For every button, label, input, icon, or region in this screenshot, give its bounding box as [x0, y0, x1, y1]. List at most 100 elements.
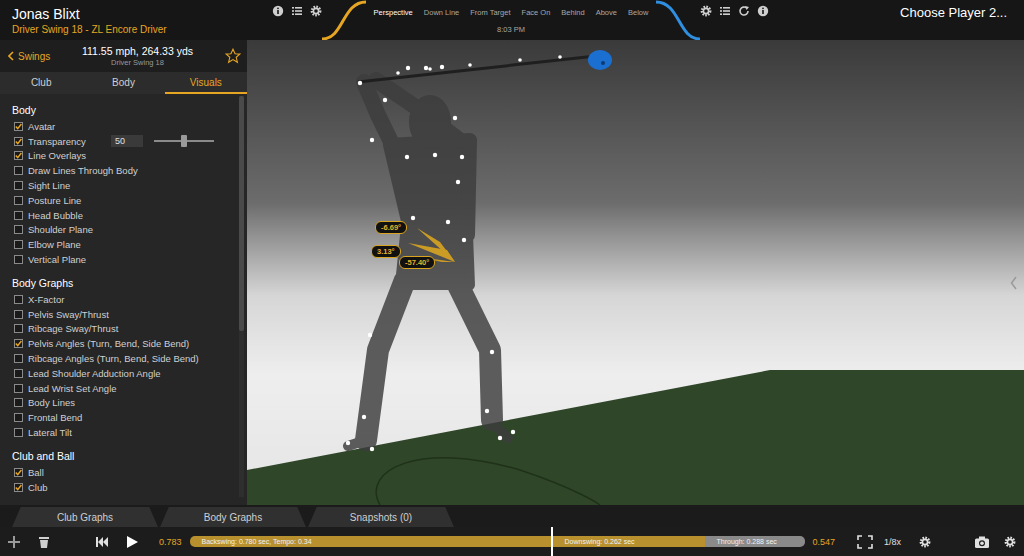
- view-tab[interactable]: Below: [628, 8, 648, 17]
- scroll-thumb[interactable]: [239, 96, 244, 331]
- view-tab[interactable]: Face On: [522, 8, 551, 17]
- option-row: Elbow Plane: [0, 237, 239, 252]
- swings-back-button[interactable]: Swings: [8, 51, 64, 62]
- section-title: Body Graphs: [0, 276, 239, 292]
- checkbox[interactable]: [14, 211, 23, 220]
- checkbox[interactable]: [14, 295, 23, 304]
- slider-thumb[interactable]: [181, 135, 187, 147]
- view-tab[interactable]: Behind: [561, 8, 584, 17]
- trash-icon[interactable]: [37, 535, 51, 549]
- panel-tabs: ClubBodyVisuals: [0, 72, 247, 94]
- star-icon[interactable]: [225, 48, 241, 64]
- body-marker: [346, 441, 350, 445]
- workspace: Swings111.55 mph, 264.33 ydsDriver Swing…: [0, 40, 1024, 505]
- fullscreen-icon[interactable]: [857, 535, 873, 549]
- body-marker: [456, 180, 460, 184]
- body-marker: [440, 65, 444, 69]
- section: BodyAvatarTransparency50Line OverlaysDra…: [0, 94, 239, 267]
- info-icon[interactable]: [272, 5, 284, 17]
- graph-tab[interactable]: Club Graphs: [12, 507, 158, 527]
- view-tab[interactable]: From Target: [470, 8, 510, 17]
- transparency-slider[interactable]: [154, 140, 214, 142]
- option-label: Ball: [28, 467, 44, 478]
- swing-title: Driver Swing 18 - ZL Encore Driver: [12, 23, 272, 36]
- graph-tabs: Club GraphsBody GraphsSnapshots (0): [0, 505, 1024, 527]
- club-head: [588, 50, 612, 70]
- transparency-value[interactable]: 50: [111, 135, 143, 147]
- scrollbar[interactable]: [239, 96, 244, 497]
- choose-player-two-button[interactable]: Choose Player 2...: [900, 5, 1024, 20]
- gear-icon[interactable]: [919, 536, 931, 548]
- playhead[interactable]: [551, 527, 553, 556]
- checkbox[interactable]: [14, 255, 23, 264]
- checkbox[interactable]: [14, 137, 23, 146]
- checkbox[interactable]: [14, 122, 23, 131]
- checkbox[interactable]: [14, 369, 23, 378]
- panel-tab[interactable]: Visuals: [165, 72, 247, 94]
- view-tab[interactable]: Above: [596, 8, 617, 17]
- body-marker: [485, 409, 489, 413]
- option-row: Posture Line: [0, 193, 239, 208]
- checkbox[interactable]: [14, 384, 23, 393]
- view-selector: Perspective Down Line From Target Face On Be…: [366, 6, 656, 34]
- graph-tab[interactable]: Body Graphs: [160, 507, 306, 527]
- club-marker: [468, 63, 472, 67]
- checkbox[interactable]: [14, 354, 23, 363]
- checkbox[interactable]: [14, 151, 23, 160]
- body-marker: [462, 238, 466, 242]
- gear-icon[interactable]: [700, 5, 712, 17]
- body-marker: [460, 155, 464, 159]
- club-marker: [518, 58, 522, 62]
- gear-icon[interactable]: [310, 5, 322, 17]
- graph-tab[interactable]: Snapshots (0): [308, 507, 454, 527]
- checkbox[interactable]: [14, 398, 23, 407]
- option-label: Body Lines: [28, 397, 75, 408]
- checkbox[interactable]: [14, 339, 23, 348]
- option-row: Transparency 50: [0, 134, 239, 149]
- right-tools: [700, 5, 769, 17]
- list-icon[interactable]: [719, 5, 731, 17]
- info-icon[interactable]: [757, 5, 769, 17]
- checkbox[interactable]: [14, 225, 23, 234]
- chevron-left-icon[interactable]: [1010, 276, 1018, 290]
- player-name: Jonas Blixt: [12, 5, 272, 23]
- list-icon[interactable]: [291, 5, 303, 17]
- rewind-icon[interactable]: [95, 535, 109, 549]
- checkbox[interactable]: [14, 413, 23, 422]
- checkbox[interactable]: [14, 428, 23, 437]
- checkbox[interactable]: [14, 483, 23, 492]
- option-row: Lead Shoulder Adduction Angle: [0, 366, 239, 381]
- body-marker: [370, 447, 374, 451]
- timeline[interactable]: Backswing: 0.780 sec, Tempo: 0.34Downswi…: [190, 536, 805, 547]
- checkbox[interactable]: [14, 181, 23, 190]
- camera-icon[interactable]: [974, 535, 990, 549]
- play-icon[interactable]: [125, 535, 139, 549]
- panel-tab[interactable]: Club: [0, 72, 82, 94]
- plus-icon[interactable]: [7, 535, 21, 549]
- view-tab[interactable]: Down Line: [424, 8, 459, 17]
- body-marker: [490, 350, 494, 354]
- option-row: Avatar: [0, 119, 239, 134]
- option-row: Pelvis Angles (Turn, Bend, Side Bend): [0, 336, 239, 351]
- checkbox[interactable]: [14, 166, 23, 175]
- swing-viewport[interactable]: -6.69°3.13°-57.40°: [247, 40, 1024, 505]
- club-marker: [396, 71, 400, 75]
- option-label: Draw Lines Through Body: [28, 165, 138, 176]
- checkbox[interactable]: [14, 468, 23, 477]
- checkbox[interactable]: [14, 310, 23, 319]
- side-panel: Swings111.55 mph, 264.33 ydsDriver Swing…: [0, 40, 247, 505]
- gear-icon[interactable]: [1004, 536, 1016, 548]
- option-label: Transparency: [28, 136, 106, 147]
- club-shaft: [358, 56, 596, 82]
- visuals-list: BodyAvatarTransparency50Line OverlaysDra…: [0, 94, 247, 505]
- checkbox[interactable]: [14, 196, 23, 205]
- angle-label: 3.13°: [371, 245, 401, 258]
- playback-speed[interactable]: 1/8x: [884, 537, 901, 547]
- view-tab[interactable]: Perspective: [374, 8, 413, 17]
- checkbox[interactable]: [14, 324, 23, 333]
- panel-tab[interactable]: Body: [82, 72, 164, 94]
- checkbox[interactable]: [14, 240, 23, 249]
- option-label: Lateral Tilt: [28, 427, 72, 438]
- refresh-icon[interactable]: [738, 5, 750, 17]
- option-label: Line Overlays: [28, 150, 86, 161]
